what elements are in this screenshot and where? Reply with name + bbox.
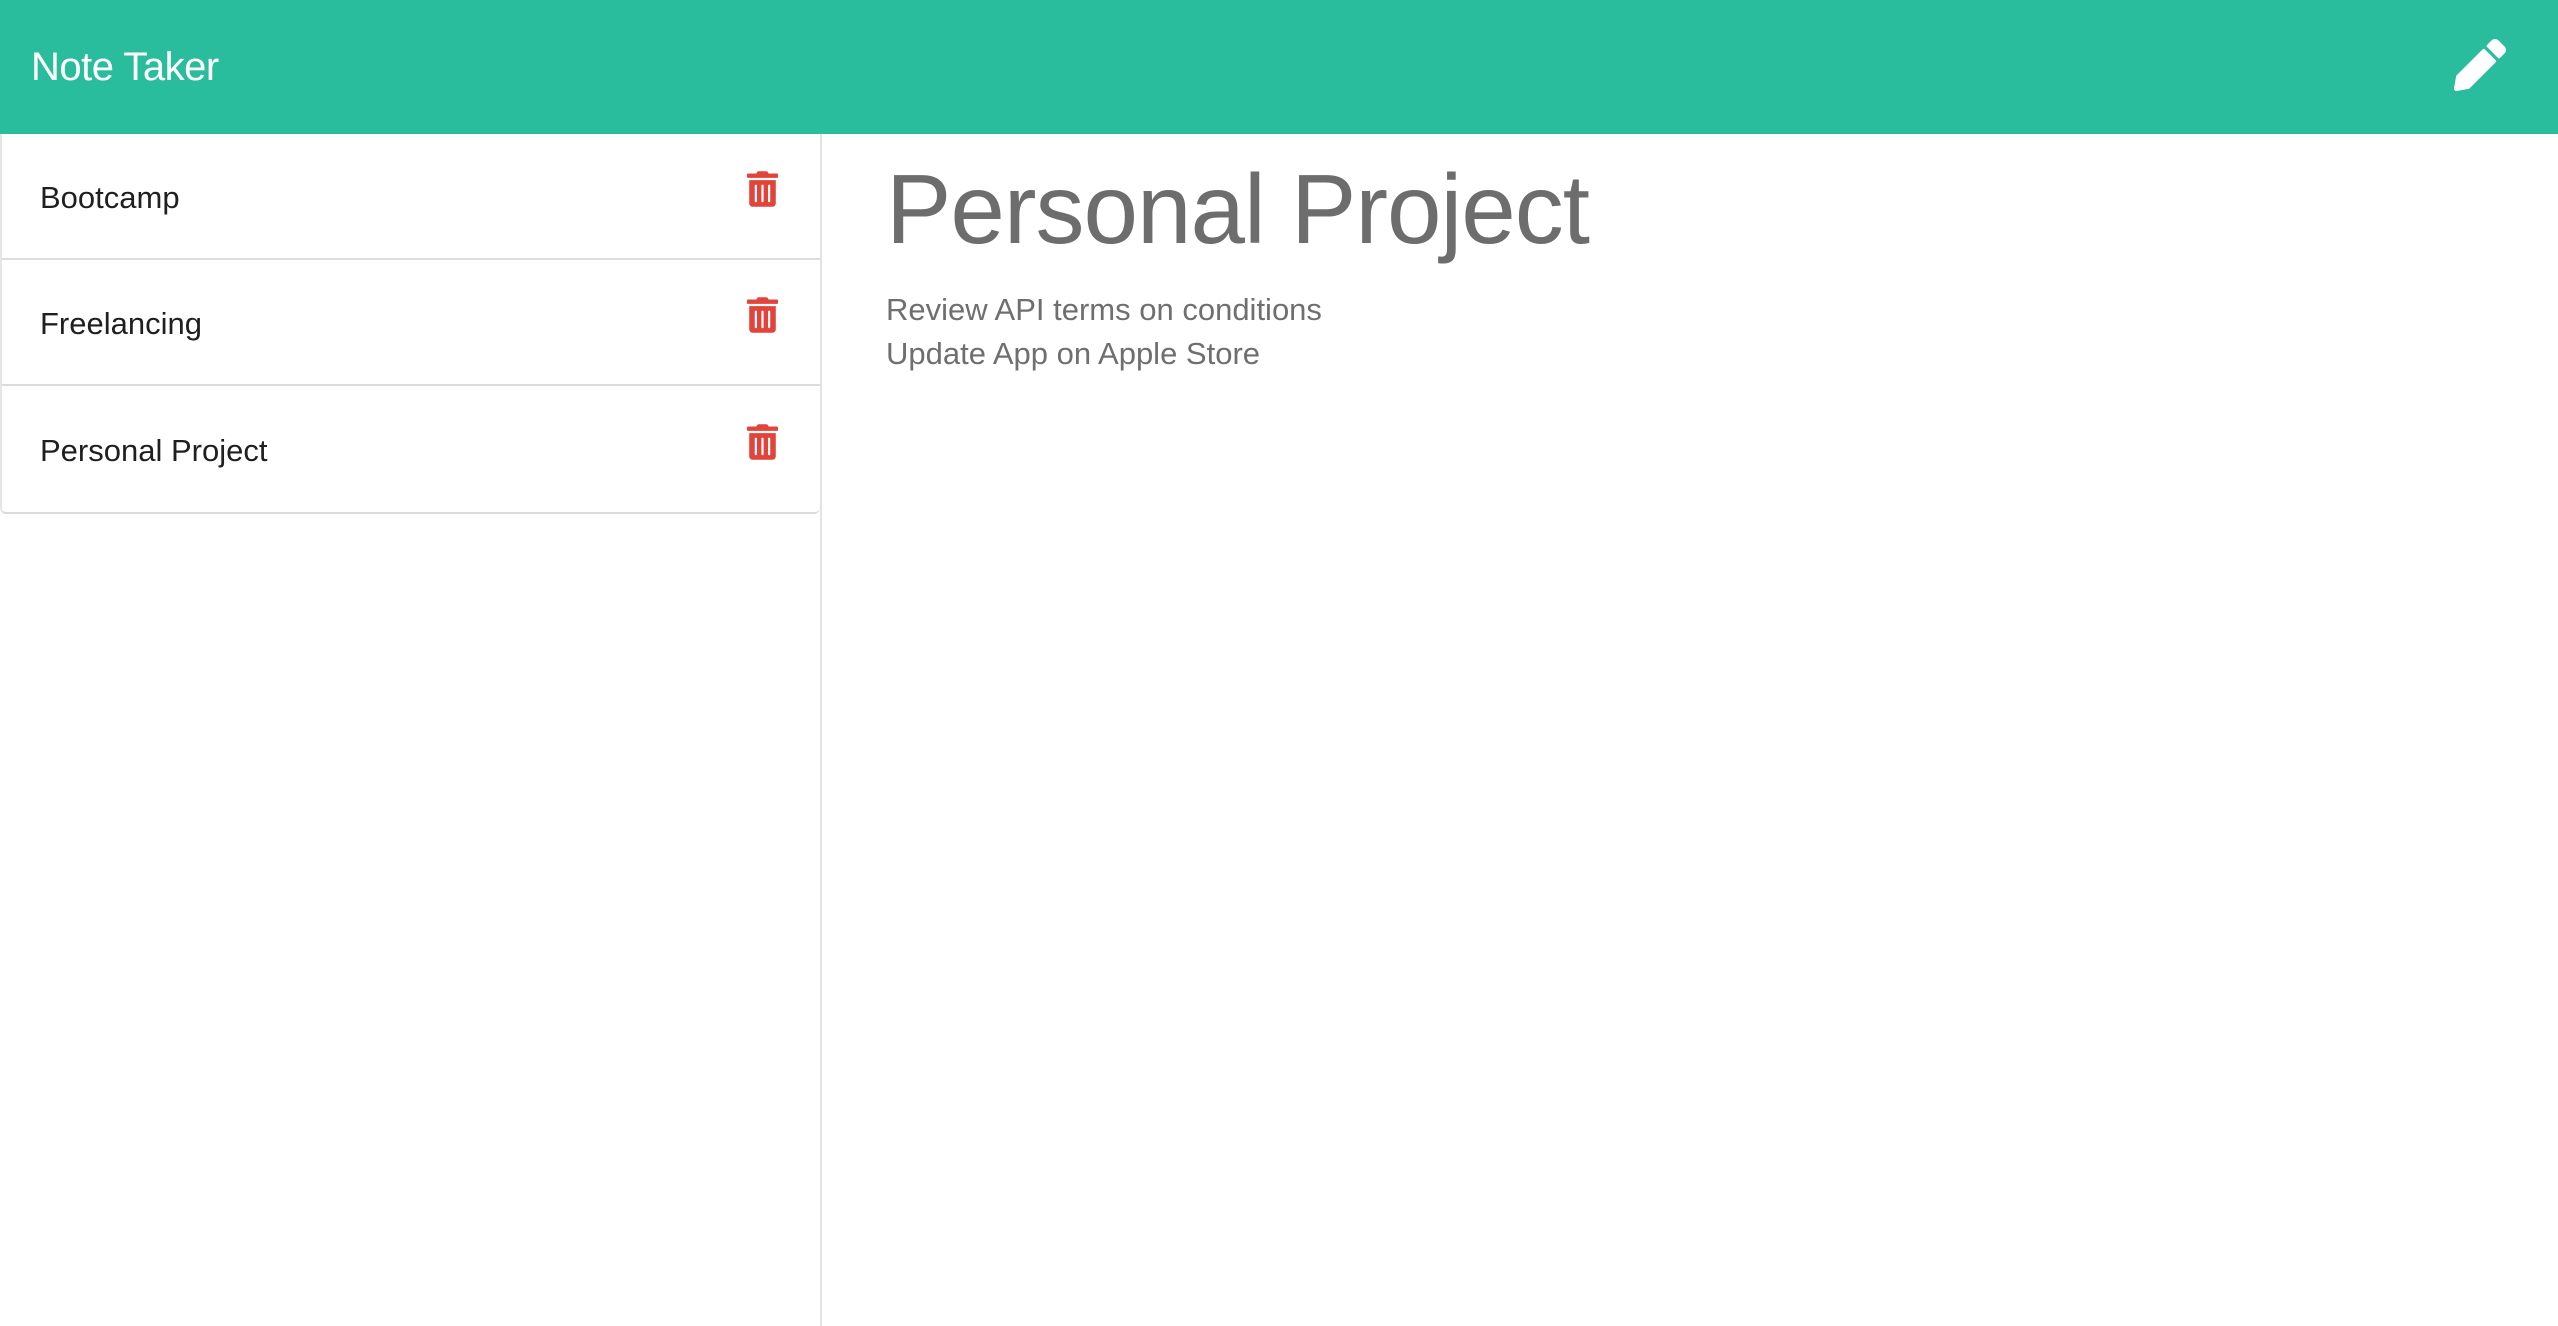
note-text[interactable]: Review API terms on conditions Update Ap… [886, 288, 2496, 376]
note-list-item[interactable]: Bootcamp [2, 134, 820, 260]
note-list-item[interactable]: Freelancing [2, 260, 820, 386]
delete-note-button[interactable] [742, 422, 782, 466]
trash-icon [746, 296, 778, 338]
note-item-title[interactable]: Personal Project [40, 433, 267, 469]
note-editor: Personal Project Review API terms on con… [824, 134, 2558, 1326]
trash-icon [746, 423, 778, 465]
delete-note-button[interactable] [742, 169, 782, 213]
pencil-icon [2454, 38, 2506, 96]
notes-sidebar: Bootcamp Freelancing Personal Project [0, 134, 822, 1326]
note-text-line: Update App on Apple Store [886, 335, 1261, 371]
note-item-title[interactable]: Freelancing [40, 306, 202, 342]
note-text-line: Review API terms on conditions [886, 291, 1322, 327]
note-item-title[interactable]: Bootcamp [40, 180, 180, 216]
app-title[interactable]: Note Taker [31, 45, 219, 90]
note-list-item[interactable]: Personal Project [2, 386, 820, 512]
new-note-button[interactable] [2452, 38, 2508, 96]
note-title[interactable]: Personal Project [886, 155, 2496, 264]
note-list: Bootcamp Freelancing Personal Project [0, 134, 820, 514]
top-navbar: Note Taker [0, 0, 2558, 134]
trash-icon [746, 170, 778, 212]
delete-note-button[interactable] [742, 295, 782, 339]
